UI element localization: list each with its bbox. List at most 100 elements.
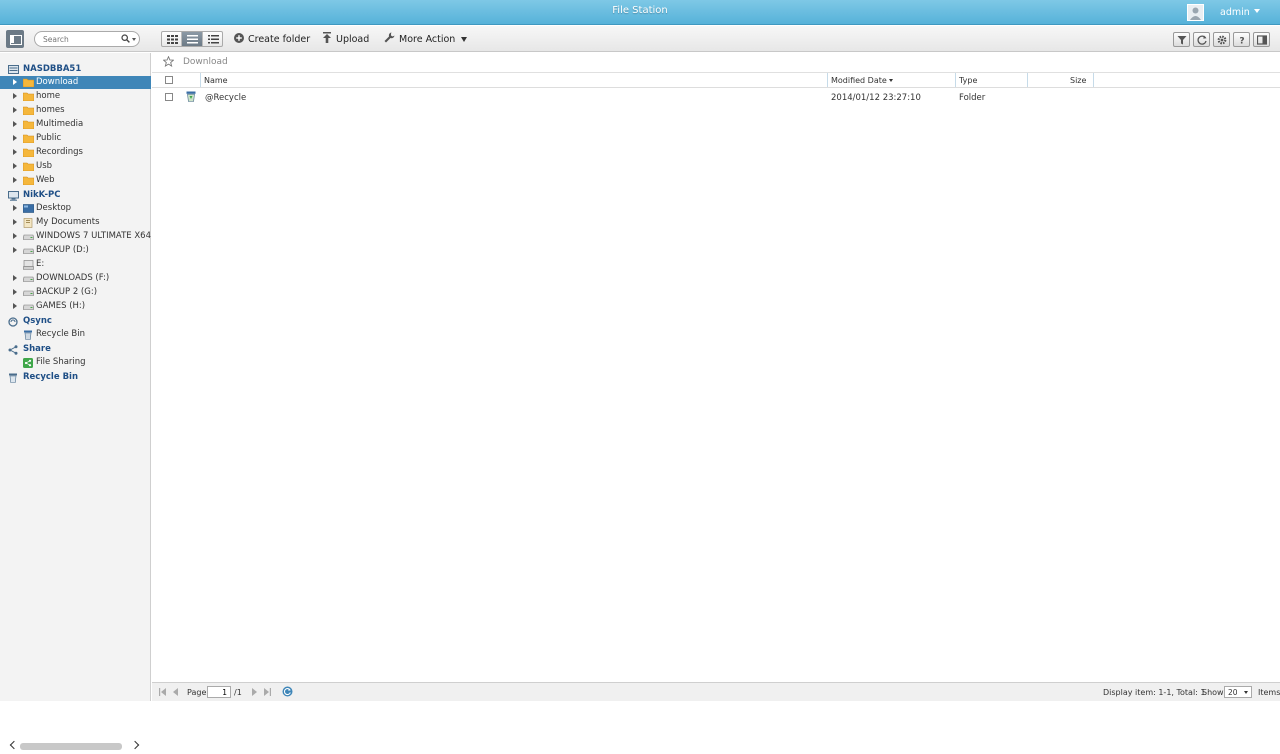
user-menu[interactable]: admin [1220,7,1250,18]
tree-root-recycle-bin[interactable]: Recycle Bin [0,371,151,384]
expand-arrow-icon[interactable] [13,93,17,99]
first-page-icon[interactable] [159,688,166,699]
user-menu-caret-icon[interactable] [1254,9,1260,13]
last-page-icon[interactable] [264,688,271,699]
sidebar-item-home[interactable]: home [0,90,151,103]
sidebar-item-multimedia[interactable]: Multimedia [0,118,151,131]
help-button[interactable]: ? [1233,32,1250,47]
column-header-type[interactable]: Type [959,76,977,85]
tree-root-nas[interactable]: NASDBBA51 [0,63,151,76]
refresh-button[interactable] [1193,32,1210,47]
upload-button[interactable]: Upload [322,32,369,46]
expand-arrow-icon[interactable] [13,107,17,113]
expand-arrow-icon[interactable] [13,275,17,281]
expand-arrow-icon[interactable] [13,135,17,141]
grid-view-icon [167,35,178,44]
expand-arrow-icon[interactable] [13,149,17,155]
pagination-footer: Page /1 Display item: 1-1, Total: 1 Show… [152,682,1280,701]
column-header-modified[interactable]: Modified Date [831,76,893,85]
expand-arrow-icon[interactable] [13,163,17,169]
sidebar-item-drive-e[interactable]: E: [0,258,151,271]
star-icon[interactable] [162,55,175,70]
sidebar-horizontal-scrollbar[interactable] [0,739,151,754]
sidebar-item-recordings[interactable]: Recordings [0,146,151,159]
search-input[interactable] [43,34,115,45]
expand-arrow-icon[interactable] [13,303,17,309]
sidebar-item-drive-c[interactable]: WINDOWS 7 ULTIMATE X64 (C:) [0,230,151,243]
bottom-strip [0,701,1280,715]
tree-root-share[interactable]: Share [0,343,151,356]
upload-label: Upload [336,33,370,45]
search-icon[interactable] [121,34,130,46]
sidebar-item-label: Download [36,77,79,87]
sidebar-item-drive-g[interactable]: BACKUP 2 (G:) [0,286,151,299]
sidebar-item-desktop[interactable]: Desktop [0,202,151,215]
more-action-label: More Action [399,33,456,45]
items-per-page-select[interactable]: 20 [1224,686,1252,698]
items-label: Items [1258,688,1280,697]
expand-arrow-icon[interactable] [13,177,17,183]
settings-button[interactable] [1213,32,1230,47]
help-icon: ? [1239,37,1244,46]
table-row[interactable]: @Recycle 2014/01/12 23:27:10 Folder [152,90,1280,105]
pc-name: NikK-PC [23,190,61,200]
thumbnail-view-button[interactable] [162,32,183,46]
view-mode-group [161,31,223,47]
previous-page-icon[interactable] [173,688,178,699]
select-all-checkbox[interactable] [165,76,173,84]
file-list-header: Name Modified Date Type Size [152,73,1280,88]
filter-icon [1177,36,1187,45]
sidebar-item-homes[interactable]: homes [0,104,151,117]
refresh-page-icon[interactable] [282,686,293,700]
expand-arrow-icon[interactable] [13,233,17,239]
hard-drive-icon [22,302,35,313]
search-options-caret-icon[interactable] [132,38,136,41]
recycle-bin-icon [186,91,196,105]
sidebar-item-web[interactable]: Web [0,174,151,187]
sidebar-item-usb[interactable]: Usb [0,160,151,173]
next-page-icon[interactable] [252,688,257,699]
sidebar-item-file-sharing[interactable]: File Sharing [0,356,151,369]
toggle-sidebar-button[interactable] [6,30,24,48]
expand-arrow-icon[interactable] [13,289,17,295]
scroll-right-icon[interactable] [130,740,140,750]
row-checkbox[interactable] [165,93,173,101]
sidebar-item-drive-d[interactable]: BACKUP (D:) [0,244,151,257]
sidebar-item-my-documents[interactable]: My Documents [0,216,151,229]
create-folder-label: Create folder [248,33,311,45]
sidebar-item-public[interactable]: Public [0,132,151,145]
sidebar-item-drive-f[interactable]: DOWNLOADS (F:) [0,272,151,285]
column-header-size[interactable]: Size [1070,76,1086,85]
detail-view-button[interactable] [203,32,222,46]
hard-drive-icon [22,232,35,243]
sidebar-item-qsync-recycle-bin[interactable]: Recycle Bin [0,328,151,341]
more-action-button[interactable]: More Action [384,32,468,46]
cell-name[interactable]: @Recycle [205,93,246,103]
panel-icon [1257,35,1267,45]
expand-arrow-icon[interactable] [13,247,17,253]
scrollbar-thumb[interactable] [20,743,122,750]
sidebar-item-drive-h[interactable]: GAMES (H:) [0,300,151,313]
column-separator [200,73,201,87]
create-folder-button[interactable]: Create folder [234,32,310,46]
column-header-name[interactable]: Name [204,76,228,85]
sidebar-item-label: Recycle Bin [36,329,86,339]
expand-arrow-icon[interactable] [13,219,17,225]
list-view-button[interactable] [182,32,203,46]
breadcrumb-path[interactable]: Download [183,57,228,67]
expand-arrow-icon[interactable] [13,205,17,211]
info-panel-button[interactable] [1253,32,1270,47]
cell-modified: 2014/01/12 23:27:10 [831,93,921,103]
sidebar-item-label: File Sharing [36,357,86,367]
tree-root-pc[interactable]: NikK-PC [0,189,151,202]
filter-button[interactable] [1173,32,1190,47]
expand-arrow-icon[interactable] [13,79,17,85]
user-avatar-icon[interactable] [1187,4,1204,21]
right-tools: ? [1173,32,1270,47]
scroll-left-icon[interactable] [9,740,19,750]
expand-arrow-icon[interactable] [13,121,17,127]
page-total: /1 [234,688,242,697]
sidebar-item-download[interactable]: Download [0,76,151,89]
page-number-input[interactable] [207,686,231,698]
tree-root-qsync[interactable]: Qsync [0,315,151,328]
